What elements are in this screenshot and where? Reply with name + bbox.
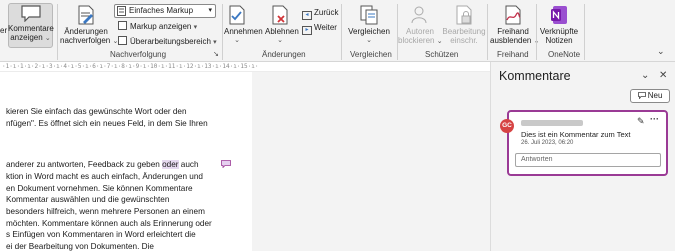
- verknuepfte-label1: Verknüpfte: [539, 27, 579, 36]
- nachverfolgen-button[interactable]: Änderungen nachverfolgen ⌄: [60, 5, 119, 46]
- verknuepfte-notizen-button[interactable]: Verknüpfte Notizen: [536, 5, 582, 45]
- markup-anzeigen-button[interactable]: Markup anzeigen ▾: [118, 21, 197, 33]
- ueberarbeitungsbereich-button[interactable]: Überarbeitungsbereich ▾: [118, 36, 217, 48]
- ablehnen-button[interactable]: Ablehnen ⌄: [265, 5, 299, 45]
- annehmen-label: Annehmen: [224, 27, 263, 36]
- group-label-vergleichen: Vergleichen: [350, 50, 392, 59]
- markup-dropdown[interactable]: Einfaches Markup ▾: [114, 4, 216, 18]
- chevron-down-icon: ⌄: [234, 37, 240, 44]
- doc-line-3: anderer zu antworten, Feedback zu geben …: [6, 160, 199, 169]
- edit-icon[interactable]: ✎: [637, 116, 645, 127]
- markup-show-icon: [118, 21, 127, 30]
- doc-line-8: möchten. Kommentare können auch als Erin…: [6, 219, 212, 228]
- collapse-ribbon-icon[interactable]: ⌄: [657, 46, 665, 57]
- annehmen-button[interactable]: Annehmen ⌄: [224, 5, 263, 45]
- nachverfolgen-label1: Änderungen: [64, 27, 108, 36]
- doc-line-10: ei der Bearbeitung von Dokumenten. Die: [6, 242, 154, 251]
- new-comment-label: Neu: [647, 91, 663, 100]
- comment-icon: [20, 5, 41, 22]
- weiter-button[interactable]: ▸ Weiter: [302, 22, 337, 35]
- freihand-label2: ausblenden ⌄: [490, 36, 539, 45]
- separator: [487, 4, 488, 60]
- autoren-blockieren-label1: Autoren: [405, 27, 435, 36]
- review-pane-icon: [118, 36, 127, 45]
- group-label-freihand: Freihand: [497, 50, 529, 59]
- kommentare-anzeigen-label1: Kommentare: [8, 24, 54, 33]
- chevron-down-icon: ⌄: [277, 37, 283, 44]
- previous-comment-icon: ◂: [302, 11, 312, 20]
- separator: [584, 4, 585, 60]
- group-label-schuetzen: Schützen: [425, 50, 459, 59]
- reject-icon: [272, 5, 288, 25]
- doc-line-5: en Dokument vornehmen. Sie können Kommen…: [6, 184, 193, 193]
- close-icon[interactable]: ✕: [659, 70, 667, 81]
- comments-pane: Kommentare ⌄ ✕ Neu ✎ ··· Dies ist ein Ko…: [490, 62, 675, 251]
- separator: [57, 4, 58, 60]
- chevron-down-icon: ▾: [208, 7, 212, 14]
- separator: [341, 4, 342, 60]
- track-changes-icon: [78, 5, 94, 25]
- doc-line-4: ktion in Word macht es auch einfach, Änd…: [6, 172, 203, 181]
- collapse-pane-icon[interactable]: ⌄: [641, 70, 649, 81]
- comment-marker-icon[interactable]: [221, 160, 231, 168]
- kommentare-anzeigen-content[interactable]: Kommentare anzeigen ⌄: [8, 5, 54, 43]
- vergleichen-button[interactable]: Vergleichen ⌄: [344, 5, 394, 45]
- vergleichen-label: Vergleichen: [348, 27, 390, 36]
- cut-label-fragment[interactable]: er: [0, 25, 7, 36]
- kommentare-anzeigen-label2: anzeigen ⌄: [10, 33, 51, 42]
- markup-icon: [117, 6, 126, 20]
- doc-line-2: nfügen". Es öffnet sich ein neues Feld, …: [6, 119, 208, 128]
- zurueck-button[interactable]: ◂ Zurück: [302, 7, 338, 20]
- ribbon: er Kommentare anzeigen ⌄ Änderungen nach…: [0, 0, 675, 62]
- ablehnen-label: Ablehnen: [265, 27, 299, 36]
- new-comment-icon: [637, 92, 646, 100]
- ink-icon: [505, 5, 521, 25]
- group-label-aenderungen: Änderungen: [262, 50, 306, 59]
- next-comment-icon: ▸: [302, 26, 312, 35]
- compare-icon: [360, 5, 378, 25]
- onenote-icon: [551, 6, 567, 24]
- doc-line-1: kieren Sie einfach das gewünschte Wort o…: [6, 107, 187, 116]
- document-page[interactable]: kieren Sie einfach das gewünschte Wort o…: [0, 72, 252, 251]
- commented-word[interactable]: oder: [162, 160, 179, 169]
- dialog-launcher-icon[interactable]: ↘: [213, 50, 219, 58]
- group-label-nachverfolgung: Nachverfolgung: [110, 50, 167, 59]
- reply-input[interactable]: Antworten: [515, 153, 661, 167]
- accept-icon: [229, 5, 245, 25]
- markup-dropdown-value: Einfaches Markup: [129, 6, 194, 15]
- chevron-down-icon: ⌄: [366, 37, 372, 44]
- document-background: [252, 72, 490, 251]
- bearbeitung-label1: Bearbeitung: [442, 27, 486, 36]
- verknuepfte-label2: Notizen: [545, 36, 573, 45]
- freihand-ausblenden-button[interactable]: Freihand ausblenden ⌄: [490, 5, 539, 46]
- new-comment-button[interactable]: Neu: [630, 89, 670, 103]
- lock-document-icon: [456, 5, 472, 25]
- horizontal-ruler[interactable]: ·1·ı·1·ı·2·ı·3·ı·4·ı·5·ı·6·ı·7·ı·8·ı·9·ı…: [0, 62, 490, 72]
- comment-card[interactable]: ✎ ··· Dies ist ein Kommentar zum Text 26…: [507, 110, 668, 176]
- avatar: GC: [500, 119, 514, 133]
- group-label-onenote: OneNote: [548, 50, 581, 59]
- freihand-label1: Freihand: [497, 27, 529, 36]
- doc-line-7: besonders hilfreich, wenn mehrere Person…: [6, 207, 205, 216]
- comment-author: [521, 120, 583, 126]
- autoren-blockieren-label2: blockieren ⌄: [398, 36, 443, 45]
- autoren-blockieren-button[interactable]: Autoren blockieren ⌄: [398, 5, 443, 46]
- doc-line-9: s Einfügen von Kommentaren in Word erlei…: [6, 230, 196, 239]
- doc-line-6: Kommentar auswählen und die gewünschten: [6, 195, 170, 204]
- comments-pane-title: Kommentare: [499, 69, 571, 83]
- bearbeitung-label2: einschr.: [450, 36, 478, 45]
- comment-date: 26. Juli 2023, 06:20: [521, 140, 574, 146]
- block-authors-icon: [411, 6, 427, 24]
- separator: [222, 4, 223, 60]
- nachverfolgen-label2: nachverfolgen ⌄: [60, 36, 119, 45]
- bearbeitung-einschraenken-button[interactable]: Bearbeitung einschr.: [442, 5, 486, 45]
- comment-text: Dies ist ein Kommentar zum Text: [521, 130, 631, 139]
- more-options-icon[interactable]: ···: [650, 114, 659, 124]
